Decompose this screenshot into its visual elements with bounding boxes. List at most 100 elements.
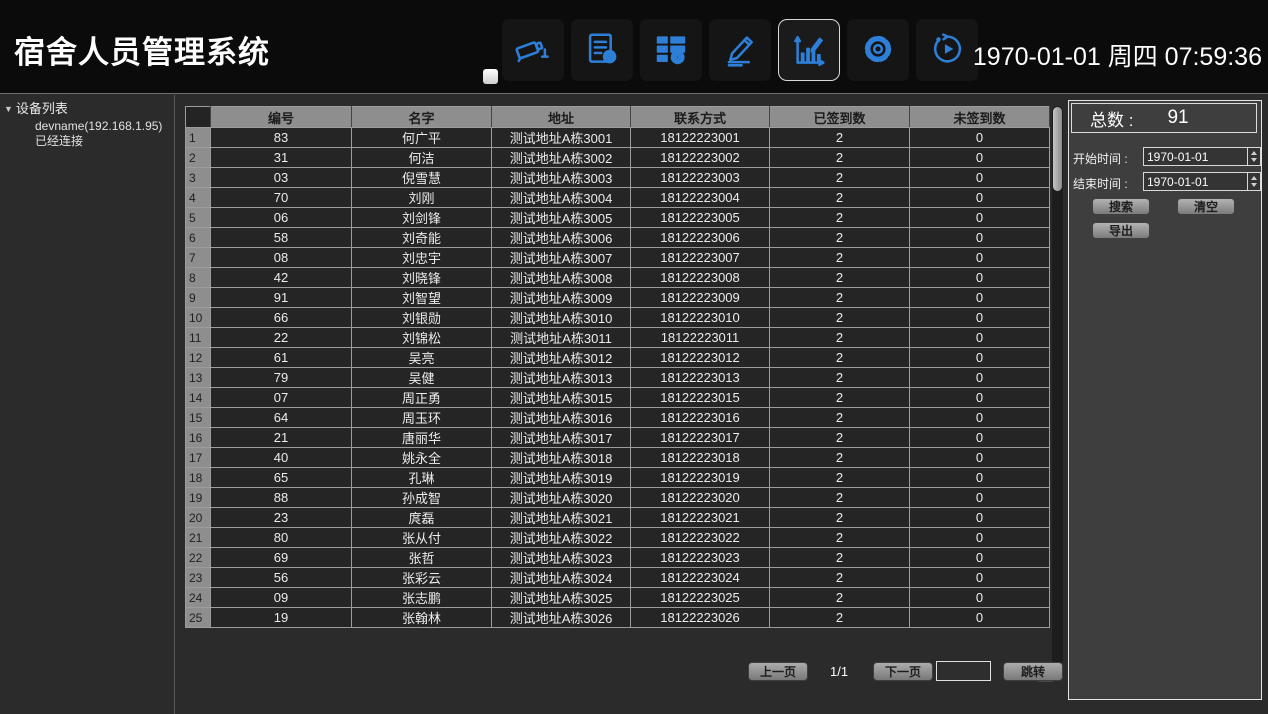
table-row[interactable]: 1621唐丽华测试地址A栋30171812222301720 <box>186 428 1050 448</box>
toolbar-button-history-playback[interactable] <box>916 19 978 81</box>
table-cell: 测试地址A栋3026 <box>492 608 631 628</box>
table-cell: 2 <box>770 128 910 148</box>
table-row[interactable]: 506刘剑锋测试地址A栋30051812222300520 <box>186 208 1050 228</box>
table-row[interactable]: 1379吴健测试地址A栋30131812222301320 <box>186 368 1050 388</box>
stats-panel: 总数 : 91 开始时间 : 结束时间 : 搜索 清空 导出 <box>1068 100 1262 700</box>
scrollbar-thumb[interactable] <box>1053 107 1062 191</box>
table-cell: 测试地址A栋3005 <box>492 208 631 228</box>
clear-button[interactable]: 清空 <box>1177 198 1235 215</box>
table-cell: 09 <box>211 588 352 608</box>
table-cell: 0 <box>910 428 1050 448</box>
device-name: devname(192.168.1.95) <box>35 119 174 134</box>
table-row[interactable]: 658刘奇能测试地址A栋30061812222300620 <box>186 228 1050 248</box>
table-cell: 18122223009 <box>631 288 770 308</box>
table-cell: 张哲 <box>352 548 492 568</box>
toolbar-button-camera[interactable] <box>502 19 564 81</box>
table-cell: 18122223021 <box>631 508 770 528</box>
table-row[interactable]: 842刘晓锋测试地址A栋30081812222300820 <box>186 268 1050 288</box>
table-row[interactable]: 1988孙成智测试地址A栋30201812222302020 <box>186 488 1050 508</box>
table-cell: 0 <box>910 448 1050 468</box>
end-time-input[interactable] <box>1144 173 1247 190</box>
toolbar-button-database-settings[interactable] <box>640 19 702 81</box>
table-cell: 唐丽华 <box>352 428 492 448</box>
toolbar-button-settings[interactable] <box>847 19 909 81</box>
start-time-row: 开始时间 : <box>1073 147 1259 167</box>
table-cell: 18122223005 <box>631 208 770 228</box>
table-row[interactable]: 1122刘锦松测试地址A栋30111812222301120 <box>186 328 1050 348</box>
table-cell: 61 <box>211 348 352 368</box>
settings-gear-icon <box>859 30 897 71</box>
panel-handle[interactable] <box>483 69 498 84</box>
table-cell: 测试地址A栋3024 <box>492 568 631 588</box>
table-row[interactable]: 2409张志鹏测试地址A栋30251812222302520 <box>186 588 1050 608</box>
table-cell: 测试地址A栋3013 <box>492 368 631 388</box>
column-header-signed: 已签到数 <box>770 107 910 128</box>
table-row[interactable]: 1865孔琳测试地址A栋30191812222301920 <box>186 468 1050 488</box>
table-row[interactable]: 1564周玉环测试地址A栋30161812222301620 <box>186 408 1050 428</box>
table-row[interactable]: 1407周正勇测试地址A栋30151812222301520 <box>186 388 1050 408</box>
next-page-button[interactable]: 下一页 <box>873 662 933 681</box>
start-time-input[interactable] <box>1144 148 1247 165</box>
row-index-cell: 11 <box>186 328 211 348</box>
table-row[interactable]: 1740姚永全测试地址A栋30181812222301820 <box>186 448 1050 468</box>
table-row[interactable]: 1066刘银勋测试地址A栋30101812222301020 <box>186 308 1050 328</box>
table-cell: 18122223018 <box>631 448 770 468</box>
row-index-cell: 18 <box>186 468 211 488</box>
table-cell: 64 <box>211 408 352 428</box>
toolbar-button-edit[interactable] <box>709 19 771 81</box>
spin-down-icon[interactable] <box>1248 182 1260 191</box>
table-cell: 0 <box>910 408 1050 428</box>
prev-page-button[interactable]: 上一页 <box>748 662 808 681</box>
table-cell: 0 <box>910 248 1050 268</box>
spin-up-icon[interactable] <box>1248 148 1260 157</box>
table-cell: 庹磊 <box>352 508 492 528</box>
table-cell: 2 <box>770 388 910 408</box>
table-cell: 2 <box>770 468 910 488</box>
table-cell: 0 <box>910 608 1050 628</box>
start-time-spinner[interactable] <box>1247 148 1260 165</box>
table-cell: 测试地址A栋3022 <box>492 528 631 548</box>
table-cell: 31 <box>211 148 352 168</box>
table-cell: 0 <box>910 508 1050 528</box>
table-row[interactable]: 183何广平测试地址A栋30011812222300120 <box>186 128 1050 148</box>
export-button[interactable]: 导出 <box>1092 222 1150 239</box>
table-row[interactable]: 708刘忠宇测试地址A栋30071812222300720 <box>186 248 1050 268</box>
spin-up-icon[interactable] <box>1248 173 1260 182</box>
device-list-group[interactable]: ▼设备列表 <box>4 98 174 117</box>
table-cell: 孔琳 <box>352 468 492 488</box>
toolbar-button-chart-report[interactable] <box>778 19 840 81</box>
column-header-name: 名字 <box>352 107 492 128</box>
row-index-cell: 15 <box>186 408 211 428</box>
table-row[interactable]: 470刘刚测试地址A栋30041812222300420 <box>186 188 1050 208</box>
jump-page-input[interactable] <box>936 661 991 681</box>
table-row[interactable]: 303倪雪慧测试地址A栋30031812222300320 <box>186 168 1050 188</box>
table-cell: 何洁 <box>352 148 492 168</box>
table-cell: 69 <box>211 548 352 568</box>
table-row[interactable]: 2519张翰林测试地址A栋30261812222302620 <box>186 608 1050 628</box>
table-cell: 张彩云 <box>352 568 492 588</box>
table-row[interactable]: 1261吴亮测试地址A栋30121812222301220 <box>186 348 1050 368</box>
spin-down-icon[interactable] <box>1248 157 1260 166</box>
row-index-cell: 5 <box>186 208 211 228</box>
table-cell: 0 <box>910 348 1050 368</box>
search-button[interactable]: 搜索 <box>1092 198 1150 215</box>
table-row[interactable]: 231何洁测试地址A栋30021812222300220 <box>186 148 1050 168</box>
table-cell: 2 <box>770 208 910 228</box>
start-time-field <box>1143 147 1261 166</box>
end-time-spinner[interactable] <box>1247 173 1260 190</box>
table-cell: 06 <box>211 208 352 228</box>
table-scrollbar[interactable] <box>1052 106 1063 665</box>
table-cell: 测试地址A栋3023 <box>492 548 631 568</box>
table-cell: 0 <box>910 388 1050 408</box>
table-cell: 58 <box>211 228 352 248</box>
table-cell: 88 <box>211 488 352 508</box>
table-row[interactable]: 2023庹磊测试地址A栋30211812222302120 <box>186 508 1050 528</box>
table-row[interactable]: 991刘智望测试地址A栋30091812222300920 <box>186 288 1050 308</box>
jump-button[interactable]: 跳转 <box>1003 662 1063 681</box>
table-row[interactable]: 2269张哲测试地址A栋30231812222302320 <box>186 548 1050 568</box>
device-item[interactable]: devname(192.168.1.95) 已经连接 <box>35 119 174 149</box>
table-cell: 刘智望 <box>352 288 492 308</box>
table-row[interactable]: 2180张从付测试地址A栋30221812222302220 <box>186 528 1050 548</box>
table-row[interactable]: 2356张彩云测试地址A栋30241812222302420 <box>186 568 1050 588</box>
toolbar-button-report-settings[interactable] <box>571 19 633 81</box>
